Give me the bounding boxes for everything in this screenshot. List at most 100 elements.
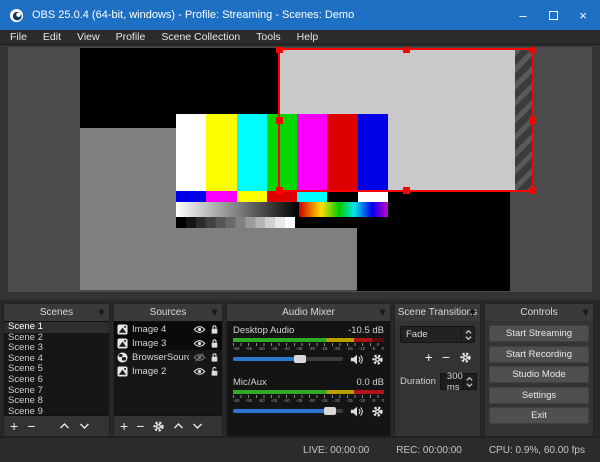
- channel-settings-gear-button[interactable]: [371, 353, 384, 366]
- lock-icon[interactable]: [210, 324, 219, 335]
- scenes-panel: Scenes Scene 1 Scene 2 Scene 3 Scene 4 S…: [3, 303, 110, 437]
- move-source-down-button[interactable]: [192, 423, 203, 429]
- transition-properties-gear-button[interactable]: [459, 351, 472, 364]
- remove-source-button[interactable]: −: [136, 419, 144, 433]
- volume-meter: [233, 390, 384, 394]
- close-button[interactable]: ×: [568, 0, 598, 30]
- remove-transition-button[interactable]: −: [442, 350, 450, 364]
- studio-mode-button[interactable]: Studio Mode: [489, 366, 589, 383]
- selection-handle-top-left[interactable]: [276, 47, 283, 53]
- volume-slider-thumb[interactable]: [323, 407, 336, 415]
- menu-edit[interactable]: Edit: [35, 30, 69, 45]
- selection-handle-top-mid[interactable]: [402, 47, 410, 53]
- eye-icon[interactable]: [193, 367, 206, 376]
- pin-icon[interactable]: [98, 309, 105, 317]
- pin-icon[interactable]: [379, 309, 386, 317]
- status-bar: LIVE: 00:00:00 REC: 00:00:00 CPU: 0.9%, …: [0, 437, 600, 462]
- lock-icon[interactable]: [210, 338, 219, 349]
- window-title: OBS 25.0.4 (64-bit, windows) - Profile: …: [32, 9, 355, 21]
- speaker-icon[interactable]: [350, 354, 364, 365]
- speaker-icon[interactable]: [350, 406, 364, 417]
- channel-settings-gear-button[interactable]: [371, 405, 384, 418]
- scene-item[interactable]: Scene 6: [4, 374, 109, 386]
- volume-slider-thumb[interactable]: [294, 355, 307, 363]
- start-streaming-button[interactable]: Start Streaming: [489, 325, 589, 342]
- scene-transitions-panel: Scene Transitions Fade + − Duration 300 …: [394, 303, 481, 437]
- cpu-fps: CPU: 0.9%, 60.00 fps: [488, 444, 585, 456]
- pin-icon[interactable]: [211, 309, 218, 317]
- move-scene-up-button[interactable]: [59, 423, 70, 429]
- menu-help[interactable]: Help: [289, 30, 327, 45]
- image-icon: [117, 365, 128, 377]
- obs-logo-icon: [9, 8, 24, 22]
- exit-button[interactable]: Exit: [489, 407, 589, 424]
- duration-label: Duration: [400, 376, 436, 387]
- add-transition-button[interactable]: +: [425, 350, 433, 364]
- scene-item[interactable]: Scene 9: [4, 406, 109, 415]
- scenes-panel-title: Scenes: [39, 307, 74, 318]
- selection-handle-mid-right[interactable]: [529, 116, 536, 124]
- eye-icon[interactable]: [193, 339, 206, 348]
- mixer-channel-mic-aux: Mic/Aux 0.0 dB -60 -55 -50 -45 -40 -35 -30 -25-…: [233, 377, 384, 417]
- scene-item[interactable]: Scene 1: [4, 322, 109, 333]
- source-item[interactable]: Image 3: [114, 336, 222, 350]
- move-scene-down-button[interactable]: [79, 423, 90, 429]
- chevron-down-icon: [464, 335, 472, 340]
- audio-mixer-panel: Audio Mixer Desktop Audio -10.5 dB -60 -5…: [226, 303, 391, 437]
- maximize-button[interactable]: [538, 0, 568, 30]
- source-item[interactable]: BrowserSource: [114, 350, 222, 364]
- source-item[interactable]: Image 4: [114, 322, 222, 336]
- menu-view[interactable]: View: [69, 30, 108, 45]
- menu-bar: File Edit View Profile Scene Collection …: [0, 30, 600, 45]
- eye-icon[interactable]: [193, 325, 206, 334]
- pin-icon[interactable]: [582, 309, 589, 317]
- preview-area[interactable]: [0, 45, 600, 300]
- menu-tools[interactable]: Tools: [248, 30, 289, 45]
- selection-handle-mid-left[interactable]: [276, 116, 283, 124]
- sources-panel: Sources Image 4 Image 3 BrowserSource: [113, 303, 223, 437]
- duration-spinbox[interactable]: 300 ms: [439, 371, 477, 393]
- meter-tick-labels: -60 -55 -50 -45 -40 -35 -30 -25 -20 -15 -10 -5 0: [233, 398, 384, 403]
- selection-handle-bottom-left[interactable]: [276, 187, 283, 194]
- channel-db-value: -10.5 dB: [348, 325, 384, 336]
- source-item[interactable]: Image 2: [114, 364, 222, 378]
- eye-off-icon[interactable]: [193, 352, 206, 362]
- move-source-up-button[interactable]: [173, 423, 184, 429]
- selection-handle-bottom-mid[interactable]: [402, 187, 410, 194]
- volume-meter: [233, 338, 384, 342]
- controls-panel-title: Controls: [520, 307, 558, 318]
- menu-profile[interactable]: Profile: [108, 30, 154, 45]
- video-canvas[interactable]: [8, 47, 592, 292]
- start-recording-button[interactable]: Start Recording: [489, 345, 589, 363]
- title-bar[interactable]: OBS 25.0.4 (64-bit, windows) - Profile: …: [0, 0, 600, 30]
- volume-slider[interactable]: [233, 407, 343, 415]
- settings-button[interactable]: Settings: [489, 386, 589, 404]
- rec-time: REC: 00:00:00: [396, 444, 462, 456]
- volume-slider[interactable]: [233, 355, 343, 363]
- chevron-up-icon: [466, 376, 473, 381]
- add-scene-button[interactable]: +: [10, 419, 18, 433]
- scene-list[interactable]: Scene 1 Scene 2 Scene 3 Scene 4 Scene 5 …: [4, 321, 109, 416]
- menu-file[interactable]: File: [2, 30, 35, 45]
- minimize-button[interactable]: –: [508, 0, 538, 30]
- channel-db-value: 0.0 dB: [356, 377, 384, 388]
- selection-handle-top-right[interactable]: [529, 47, 536, 53]
- chevron-up-icon: [464, 329, 472, 334]
- add-source-button[interactable]: +: [120, 419, 128, 433]
- selection-bounding-box[interactable]: [276, 47, 536, 194]
- channel-name: Desktop Audio: [233, 325, 295, 336]
- image-icon: [117, 323, 128, 335]
- selection-handle-bottom-right[interactable]: [529, 187, 536, 194]
- menu-scene-collection[interactable]: Scene Collection: [153, 30, 248, 45]
- lock-icon[interactable]: [210, 352, 219, 363]
- meter-tick-labels: -60 -55 -50 -45 -40 -35 -30 -25 -20 -15 -10 -5 0: [233, 346, 384, 351]
- duration-spinner[interactable]: [462, 374, 476, 389]
- lock-open-icon[interactable]: [210, 366, 219, 377]
- pin-icon[interactable]: [469, 309, 476, 317]
- channel-name: Mic/Aux: [233, 377, 267, 388]
- source-properties-gear-button[interactable]: [152, 420, 165, 433]
- source-list[interactable]: Image 4 Image 3 BrowserSource Image 2: [114, 321, 222, 416]
- transition-select-spinner[interactable]: [461, 327, 474, 342]
- remove-scene-button[interactable]: −: [27, 419, 35, 433]
- transition-select[interactable]: Fade: [400, 326, 475, 343]
